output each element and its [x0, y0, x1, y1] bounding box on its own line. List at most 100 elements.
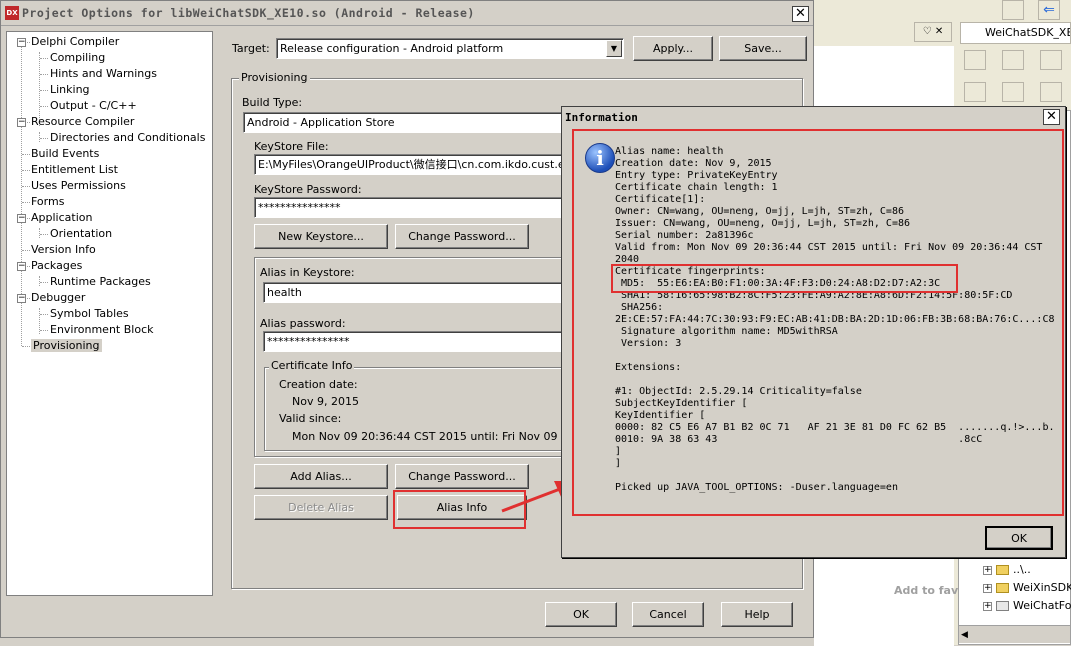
open-folder-icon[interactable]: [1002, 50, 1024, 70]
tree-item-label: Linking: [50, 83, 90, 96]
tree-item-packages[interactable]: Packages: [31, 259, 82, 272]
tree-item-entitlement-list[interactable]: Entitlement List: [31, 163, 118, 176]
tree-item-provisioning[interactable]: Provisioning: [31, 339, 102, 352]
info-ok-button[interactable]: OK: [985, 526, 1053, 550]
info-line: KeyIdentifier [: [615, 410, 706, 421]
info-line: Issuer: CN=wang, OU=neng, O=jj, L=jh, ST…: [615, 218, 911, 229]
delete-alias-button[interactable]: Delete Alias: [254, 495, 388, 520]
alias-select[interactable]: health: [263, 282, 574, 303]
tree-item-symbol-tables[interactable]: Symbol Tables: [50, 307, 129, 320]
tree-item-label: Delphi Compiler: [31, 35, 120, 48]
creation-date-value: Nov 9, 2015: [292, 395, 359, 408]
tree-item-version-info[interactable]: Version Info: [31, 243, 96, 256]
build-icon[interactable]: [1002, 82, 1024, 102]
valid-since-value: Mon Nov 09 20:36:44 CST 2015 until: Fri …: [292, 430, 562, 443]
info-line: ]: [615, 446, 622, 457]
info-line: Serial number: 2a81396c: [615, 230, 754, 241]
build-type-label: Build Type:: [242, 96, 303, 109]
cancel-button[interactable]: Cancel: [632, 602, 704, 627]
tree-item-delphi-compiler[interactable]: Delphi Compiler: [31, 35, 119, 48]
tree-item-label: Debugger: [31, 291, 86, 304]
tree-item-application[interactable]: Application: [31, 211, 92, 224]
tree-item-hints-and-warnings[interactable]: Hints and Warnings: [50, 67, 157, 80]
tree-item-resource-compiler[interactable]: Resource Compiler: [31, 115, 134, 128]
info-line: Version: 3: [615, 338, 682, 349]
tree-item-label: Resource Compiler: [31, 115, 135, 128]
pin-close-icons[interactable]: ♡ ✕: [914, 22, 952, 42]
collapse-icon[interactable]: −: [17, 118, 26, 127]
tree-item-label: Directories and Conditionals: [50, 131, 206, 144]
dialog-title-bar[interactable]: DX Project Options for libWeiChatSDK_XE1…: [1, 1, 813, 26]
tree-item-label: Output - C/C++: [50, 99, 137, 112]
tree-item-label: Environment Block: [50, 323, 154, 336]
tree-item-linking[interactable]: Linking: [50, 83, 90, 96]
target-label: Target:: [232, 42, 270, 55]
horizontal-scrollbar[interactable]: ◀: [959, 625, 1070, 643]
run-icon[interactable]: [1040, 82, 1062, 102]
add-alias-button[interactable]: Add Alias...: [254, 464, 388, 489]
keystore-file-input[interactable]: E:\MyFiles\OrangeUIProduct\微信接口\cn.com.i…: [254, 154, 574, 175]
back-arrow-icon[interactable]: ⇐: [1038, 0, 1060, 20]
info-line: Signature algorithm name: MD5withRSA: [615, 326, 838, 337]
tree-item-build-events[interactable]: Build Events: [31, 147, 99, 160]
info-line: Picked up JAVA_TOOL_OPTIONS: -Duser.lang…: [615, 482, 898, 493]
ok-button[interactable]: OK: [545, 602, 617, 627]
info-line: Creation date: Nov 9, 2015: [615, 158, 772, 169]
save-button[interactable]: Save...: [719, 36, 807, 61]
change-keystore-password-button[interactable]: Change Password...: [395, 224, 529, 249]
tree-item-weixinsdk[interactable]: + WeiXinSDK: [983, 581, 1071, 594]
info-close-icon[interactable]: ✕: [1043, 109, 1060, 125]
close-icon[interactable]: ✕: [792, 6, 809, 22]
info-line: [615, 350, 1060, 362]
tree-item-environment-block[interactable]: Environment Block: [50, 323, 154, 336]
info-line: 0010: 9A 38 63 43 .8cC: [615, 434, 983, 445]
keystore-password-input[interactable]: ***************: [254, 197, 574, 218]
tree-item-compiling[interactable]: Compiling: [50, 51, 105, 64]
alias-password-input[interactable]: ***************: [263, 331, 574, 352]
creation-date-label: Creation date:: [279, 378, 358, 391]
delphi-app-icon: DX: [5, 6, 19, 20]
tree-item-orientation[interactable]: Orientation: [50, 227, 112, 240]
collapse-icon[interactable]: −: [17, 38, 26, 47]
tree-item-label: Symbol Tables: [50, 307, 129, 320]
info-line: SubjectKeyIdentifier [: [615, 398, 748, 409]
tree-item-label: Uses Permissions: [31, 179, 126, 192]
info-line: [615, 470, 1060, 482]
folder-icon[interactable]: [1040, 50, 1062, 70]
tree-item-parent[interactable]: + ..\..: [983, 563, 1031, 576]
collapse-icon[interactable]: −: [17, 294, 26, 303]
info-dialog-title[interactable]: Information: [562, 107, 1065, 128]
options-tree[interactable]: Delphi Compiler − Compiling Hints and Warni…: [6, 31, 213, 596]
info-line: Valid from: Mon Nov 09 20:36:44 CST 2015…: [615, 242, 1043, 253]
alias-label: Alias in Keystore:: [260, 266, 355, 279]
tree-item-label: Version Info: [31, 243, 96, 256]
info-line: Certificate chain length: 1: [615, 182, 778, 193]
list-icon[interactable]: [964, 82, 986, 102]
help-button[interactable]: Help: [721, 602, 793, 627]
chevron-down-icon[interactable]: ▼: [606, 40, 622, 57]
collapse-icon[interactable]: −: [17, 262, 26, 271]
build-type-select[interactable]: Android - Application Store: [243, 112, 573, 133]
folder-icon: [996, 583, 1009, 593]
tree-item-directories-and-conditionals[interactable]: Directories and Conditionals: [50, 131, 205, 144]
collapse-icon[interactable]: −: [17, 214, 26, 223]
new-icon[interactable]: [964, 50, 986, 70]
file-icon: [996, 601, 1009, 611]
folder-icon: [996, 565, 1009, 575]
new-keystore-button[interactable]: New Keystore...: [254, 224, 388, 249]
certificate-info-title: Certificate Info: [269, 359, 355, 372]
tree-item-weichatfor[interactable]: + WeiChatFor: [983, 599, 1071, 612]
tree-item-debugger[interactable]: Debugger: [31, 291, 85, 304]
tree-item-label: Entitlement List: [31, 163, 118, 176]
apply-button[interactable]: Apply...: [633, 36, 713, 61]
target-select[interactable]: Release configuration - Android platform…: [276, 38, 624, 59]
project-tab[interactable]: WeiChatSDK_XE1: [960, 22, 1071, 44]
alias-password-label: Alias password:: [260, 317, 346, 330]
tree-item-runtime-packages[interactable]: Runtime Packages: [50, 275, 151, 288]
tree-item-output-c-c-[interactable]: Output - C/C++: [50, 99, 137, 112]
tree-item-uses-permissions[interactable]: Uses Permissions: [31, 179, 126, 192]
info-line: 0000: 82 C5 E6 A7 B1 B2 0C 71 AF 21 3E 8…: [615, 422, 1055, 433]
book-icon[interactable]: [1002, 0, 1024, 20]
info-line: Entry type: PrivateKeyEntry: [615, 170, 778, 181]
tree-item-forms[interactable]: Forms: [31, 195, 64, 208]
